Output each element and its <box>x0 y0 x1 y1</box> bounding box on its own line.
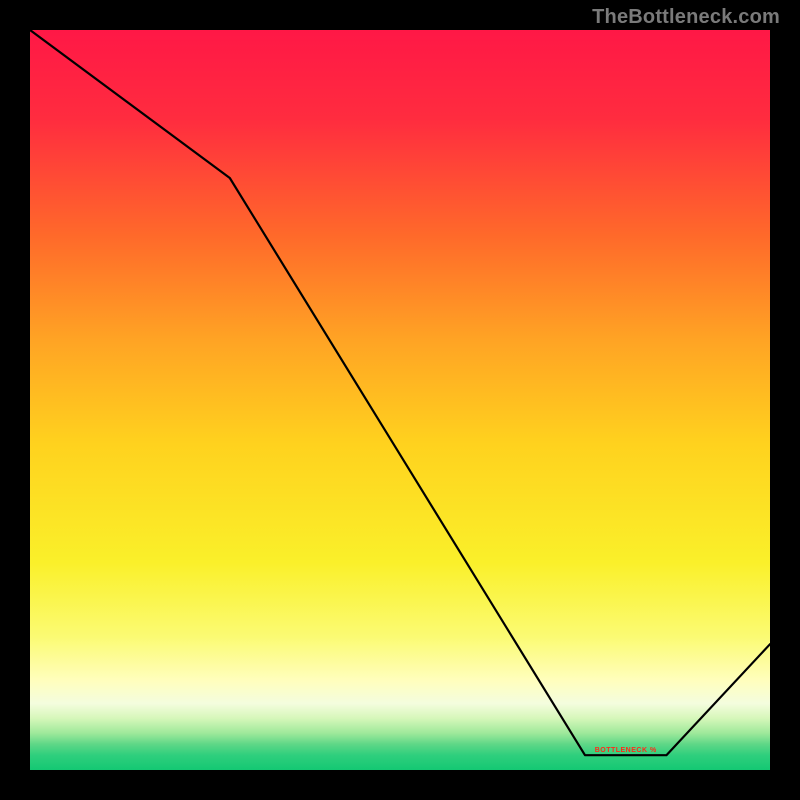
bottleneck-annotation: BOTTLENECK % <box>595 747 657 754</box>
plot-area: BOTTLENECK % <box>30 30 770 770</box>
bottleneck-chart <box>30 30 770 770</box>
chart-frame: TheBottleneck.com BOTTLENECK % <box>0 0 800 800</box>
attribution-text: TheBottleneck.com <box>592 6 780 29</box>
gradient-background <box>30 30 770 770</box>
